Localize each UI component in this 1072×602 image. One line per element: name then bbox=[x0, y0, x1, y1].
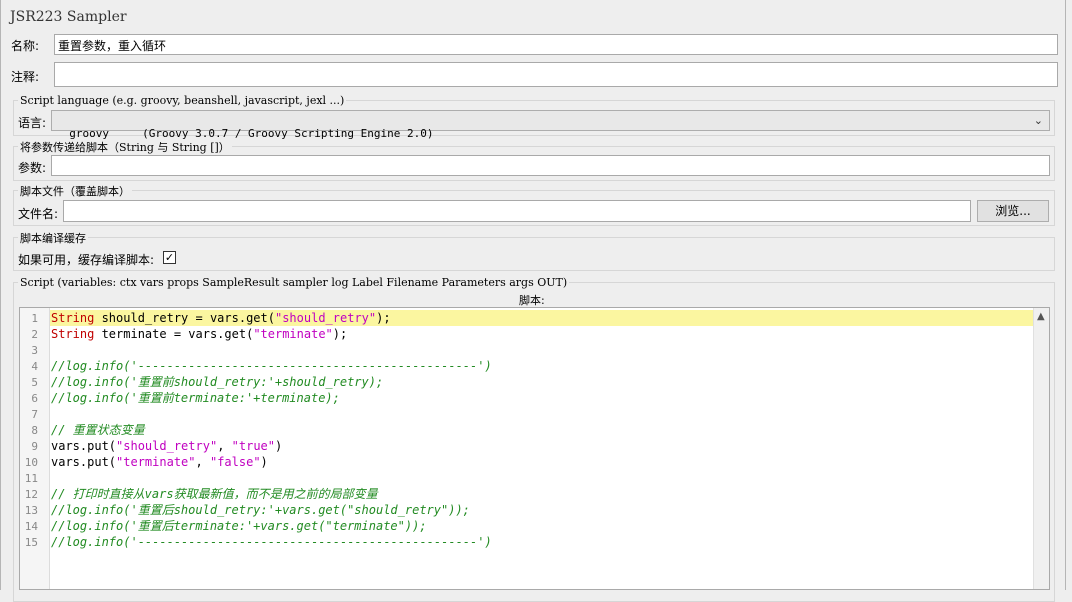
code-token: "should_retry" bbox=[116, 439, 218, 453]
compile-cache-title: 脚本编译缓存 bbox=[18, 230, 88, 246]
code-token: "true" bbox=[231, 439, 275, 453]
code-token: , bbox=[195, 455, 210, 469]
script-editor[interactable]: 1 2 3 4 5 6 7 8 9 10 11 12 13 14 15 String should_retr… bbox=[19, 307, 1050, 590]
line-number: 11 bbox=[24, 472, 38, 485]
code-token: "false" bbox=[209, 455, 261, 469]
code-line: //log.info('----------------------------… bbox=[51, 534, 492, 550]
language-label: 语言: bbox=[18, 116, 47, 130]
code-token: , bbox=[217, 439, 232, 453]
window-left-border bbox=[0, 0, 1, 590]
code-token: vars.put( bbox=[51, 439, 117, 453]
code-token: "should_retry" bbox=[274, 311, 377, 325]
filename-input[interactable] bbox=[63, 200, 971, 222]
check-icon: ✓ bbox=[164, 251, 175, 264]
chevron-down-icon[interactable]: ⌄ bbox=[1034, 114, 1043, 127]
script-language-title: Script language (e.g. groovy, beanshell,… bbox=[18, 94, 347, 107]
line-number: 8 bbox=[31, 424, 38, 437]
line-number: 6 bbox=[31, 392, 38, 405]
line-number: 5 bbox=[31, 376, 38, 389]
comments-label: 注释: bbox=[11, 70, 40, 84]
code-line: //log.info('重置前terminate:'+terminate); bbox=[51, 390, 340, 406]
code-token: ); bbox=[332, 327, 348, 341]
line-number: 3 bbox=[31, 344, 38, 357]
cache-compiled-label: 如果可用，缓存编译脚本: bbox=[18, 253, 155, 267]
parameters-title: 将参数传递给脚本（String 与 String []） bbox=[18, 139, 232, 155]
browse-button[interactable]: 浏览... bbox=[977, 200, 1049, 222]
line-number: 1 bbox=[31, 312, 38, 325]
scroll-up-icon[interactable]: ▲ bbox=[1037, 311, 1045, 322]
parameters-input[interactable] bbox=[51, 155, 1050, 176]
comments-input[interactable] bbox=[54, 62, 1058, 87]
line-number: 13 bbox=[24, 504, 38, 517]
language-select[interactable]: groovy (Groovy 3.0.7 / Groovy Scripting … bbox=[51, 110, 1050, 140]
line-number: 9 bbox=[31, 440, 38, 453]
code-token: //log.info('重置后should_retry:'+vars.get("… bbox=[51, 503, 470, 517]
name-label: 名称: bbox=[11, 39, 40, 53]
code-line: //log.info('----------------------------… bbox=[51, 358, 492, 374]
parameters-label: 参数: bbox=[18, 161, 47, 175]
script-title: Script (variables: ctx vars props Sample… bbox=[18, 276, 570, 289]
code-token: vars.put( bbox=[51, 455, 117, 469]
code-line: // 打印时直接从vars获取最新值，而不是用之前的局部变量 bbox=[51, 486, 378, 502]
window-right-border bbox=[1065, 0, 1066, 590]
code-token: terminate = vars.get( bbox=[94, 327, 254, 341]
code-line: //log.info('重置后should_retry:'+vars.get("… bbox=[51, 502, 470, 518]
code-token: // 打印时直接从vars获取最新值，而不是用之前的局部变量 bbox=[51, 487, 378, 501]
name-input[interactable]: 重置参数，重入循环 bbox=[54, 34, 1058, 55]
line-number: 14 bbox=[24, 520, 38, 533]
vertical-scrollbar[interactable]: ▲ bbox=[1033, 308, 1049, 589]
code-token: String bbox=[51, 327, 95, 341]
code-token: ) bbox=[275, 439, 283, 453]
code-token: //log.info('重置前terminate:'+terminate); bbox=[51, 391, 340, 405]
code-line: // 重置状态变量 bbox=[51, 422, 145, 438]
line-number: 7 bbox=[31, 408, 38, 421]
script-file-title: 脚本文件（覆盖脚本） bbox=[18, 183, 132, 199]
script-label: 脚本: bbox=[519, 294, 545, 307]
code-token: //log.info('重置前should_retry:'+should_ret… bbox=[51, 375, 384, 389]
line-number: 15 bbox=[24, 536, 38, 549]
code-token: // 重置状态变量 bbox=[51, 423, 145, 437]
sampler-title: JSR223 Sampler bbox=[10, 9, 127, 25]
code-line: vars.put("should_retry", "true") bbox=[51, 438, 282, 454]
code-token: ) bbox=[260, 455, 268, 469]
line-number: 2 bbox=[31, 328, 38, 341]
line-number: 10 bbox=[24, 456, 38, 469]
line-number: 12 bbox=[24, 488, 38, 501]
code-token: should_retry = vars.get( bbox=[94, 311, 275, 325]
code-token: //log.info('----------------------------… bbox=[51, 535, 492, 549]
code-line: //log.info('重置前should_retry:'+should_ret… bbox=[51, 374, 383, 390]
code-line: //log.info('重置后terminate:'+vars.get("ter… bbox=[51, 518, 427, 534]
cache-compiled-checkbox[interactable]: ✓ bbox=[163, 251, 176, 264]
code-token: ); bbox=[376, 311, 391, 325]
code-line: String should_retry = vars.get("should_r… bbox=[51, 310, 391, 326]
code-line: vars.put("terminate", "false") bbox=[51, 454, 268, 470]
code-token: "terminate" bbox=[253, 327, 333, 341]
code-line: String terminate = vars.get("terminate")… bbox=[51, 326, 347, 342]
filename-label: 文件名: bbox=[18, 207, 59, 221]
code-token: //log.info('----------------------------… bbox=[51, 359, 492, 373]
code-token: String bbox=[51, 311, 95, 325]
line-number: 4 bbox=[31, 360, 38, 373]
code-token: //log.info('重置后terminate:'+vars.get("ter… bbox=[51, 519, 427, 533]
code-token: "terminate" bbox=[116, 455, 196, 469]
